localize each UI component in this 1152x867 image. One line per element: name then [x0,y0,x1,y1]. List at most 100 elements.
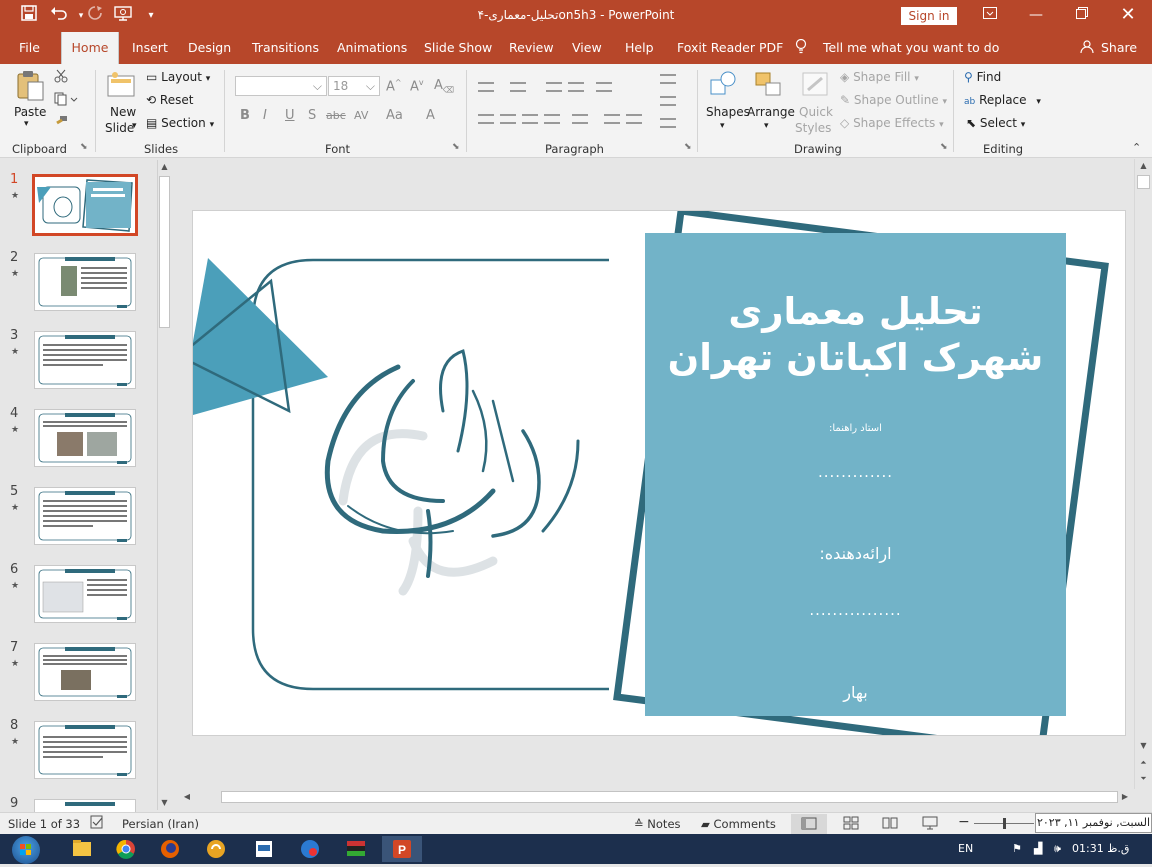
app-icon[interactable] [290,836,330,862]
normal-view-button[interactable] [791,814,827,834]
scrollbar-thumb[interactable] [1137,175,1150,189]
justify-icon[interactable] [544,114,560,124]
minimize-button[interactable]: — [1013,0,1059,32]
tab-file[interactable]: File [13,32,46,64]
decrease-indent-icon[interactable] [546,82,562,92]
restore-button[interactable] [1059,0,1105,32]
scroll-up-arrow-icon[interactable]: ▲ [158,160,171,174]
font-size-select[interactable]: 18 ⌵ [328,76,380,96]
arrange-dropdown-icon[interactable]: ▾ [764,121,769,131]
slide-thumbnail[interactable] [34,643,136,701]
font-color-icon[interactable]: A [426,108,435,123]
align-center-icon[interactable] [500,114,516,124]
select-button[interactable]: ⬉ Select ▾ [966,116,1025,130]
paste-button[interactable]: Paste [14,105,46,119]
tell-me-search[interactable]: Tell me what you want to do [789,32,1005,64]
slide-thumbnail[interactable] [34,253,136,311]
tab-slide-show[interactable]: Slide Show [418,32,498,64]
scroll-left-arrow-icon[interactable]: ◀ [180,790,194,804]
align-text-icon[interactable] [660,96,676,106]
tab-view[interactable]: View [566,32,608,64]
zoom-slider-handle[interactable] [1003,818,1006,829]
scroll-up-arrow-icon[interactable]: ▲ [1135,159,1152,173]
network-icon[interactable]: ▟ [1034,842,1042,855]
thumbnail-scrollbar[interactable]: ▲ ▼ [157,160,171,810]
increase-font-size-icon[interactable]: A^ [386,78,402,94]
increase-indent-icon[interactable] [568,82,584,92]
slide-thumbnail[interactable] [34,331,136,389]
paragraph-launcher-icon[interactable]: ⬊ [684,142,692,152]
paste-icon[interactable] [14,70,46,101]
reset-button[interactable]: ⟲ Reset [146,93,193,107]
clear-formatting-icon[interactable]: A⌫ [434,78,454,95]
clipboard-launcher-icon[interactable]: ⬊ [80,142,88,152]
slide-sorter-view-icon[interactable] [843,815,859,834]
format-painter-icon[interactable] [54,115,68,132]
strikethrough-icon[interactable]: abc [326,109,346,122]
current-slide[interactable]: تحلیل معماری شهرک اکباتان تهران استاد را… [192,210,1126,736]
convert-to-smartart-icon[interactable] [660,118,676,128]
close-button[interactable]: ✕ [1105,0,1151,32]
replace-button[interactable]: ab Replace ▾ [964,93,1041,107]
app-icon[interactable] [244,836,284,862]
firefox-icon[interactable] [150,836,190,862]
slide-horizontal-scrollbar[interactable]: ◀ ▶ [178,789,1134,805]
cut-icon[interactable] [54,69,68,86]
scroll-down-arrow-icon[interactable]: ▼ [1135,739,1152,753]
new-slide-label[interactable]: New [110,105,136,119]
slide-vertical-scrollbar[interactable]: ▲ ▼ ⏶ ⏷ [1134,159,1152,789]
tab-home[interactable]: Home [61,32,119,64]
tab-animations[interactable]: Animations [331,32,413,64]
tab-insert[interactable]: Insert [126,32,174,64]
reading-view-icon[interactable] [882,815,898,834]
italic-icon[interactable]: I [263,108,267,123]
font-launcher-icon[interactable]: ⬊ [452,142,460,152]
bold-icon[interactable]: B [240,108,250,123]
arrange-label[interactable]: Arrange [747,105,795,119]
decrease-font-size-icon[interactable]: Av [410,78,424,94]
start-button-icon[interactable] [12,836,40,864]
change-case-icon[interactable]: Aa [386,108,403,123]
tab-design[interactable]: Design [182,32,237,64]
input-language-indicator[interactable]: EN [958,842,973,855]
app-icon[interactable] [336,836,376,862]
numbering-icon[interactable] [510,82,526,92]
slide-thumbnail[interactable] [34,721,136,779]
chrome-icon[interactable] [106,836,146,862]
arrange-icon[interactable] [753,70,785,100]
zoom-out-icon[interactable]: − [958,814,970,830]
scroll-down-arrow-icon[interactable]: ▼ [158,796,171,810]
powerpoint-taskbar-icon[interactable]: P [382,836,422,862]
font-name-select[interactable]: ⌵ [235,76,327,96]
file-explorer-icon[interactable] [62,836,102,862]
ribbon-display-options-icon[interactable] [967,0,1013,32]
spell-check-icon[interactable] [90,815,104,832]
previous-slide-icon[interactable]: ⏶ [1135,756,1152,770]
comments-button[interactable]: ▰ Comments [701,817,776,831]
text-shadow-icon[interactable]: S [308,108,316,123]
paste-dropdown-icon[interactable]: ▾ [24,119,29,129]
share-button[interactable]: Share [1074,32,1143,64]
volume-icon[interactable]: 🕪 [1054,842,1061,856]
underline-icon[interactable]: U [285,108,295,123]
language-indicator[interactable]: Persian (Iran) [122,817,199,831]
line-spacing-icon[interactable] [596,82,612,92]
collapse-ribbon-icon[interactable]: ⌃ [1132,141,1141,154]
find-button[interactable]: ⚲ Find [964,70,1001,84]
shapes-label[interactable]: Shapes [706,105,750,119]
tab-foxit-reader-pdf[interactable]: Foxit Reader PDF [671,32,789,64]
next-slide-icon[interactable]: ⏷ [1135,772,1152,786]
slide-show-view-icon[interactable] [922,815,938,834]
layout-button[interactable]: ▭ Layout ▾ [146,70,210,84]
slide-thumbnail[interactable] [34,487,136,545]
system-clock[interactable]: 01:31 ق.ظ [1072,842,1129,855]
slide-thumbnail[interactable] [34,409,136,467]
new-slide-icon[interactable] [106,70,138,100]
slide-thumbnail[interactable] [32,174,138,236]
scroll-right-arrow-icon[interactable]: ▶ [1118,790,1132,804]
tab-transitions[interactable]: Transitions [246,32,325,64]
scrollbar-thumb[interactable] [159,176,170,328]
shapes-icon[interactable] [708,70,740,100]
character-spacing-icon[interactable]: AV [354,109,368,122]
align-left-icon[interactable] [478,114,494,124]
